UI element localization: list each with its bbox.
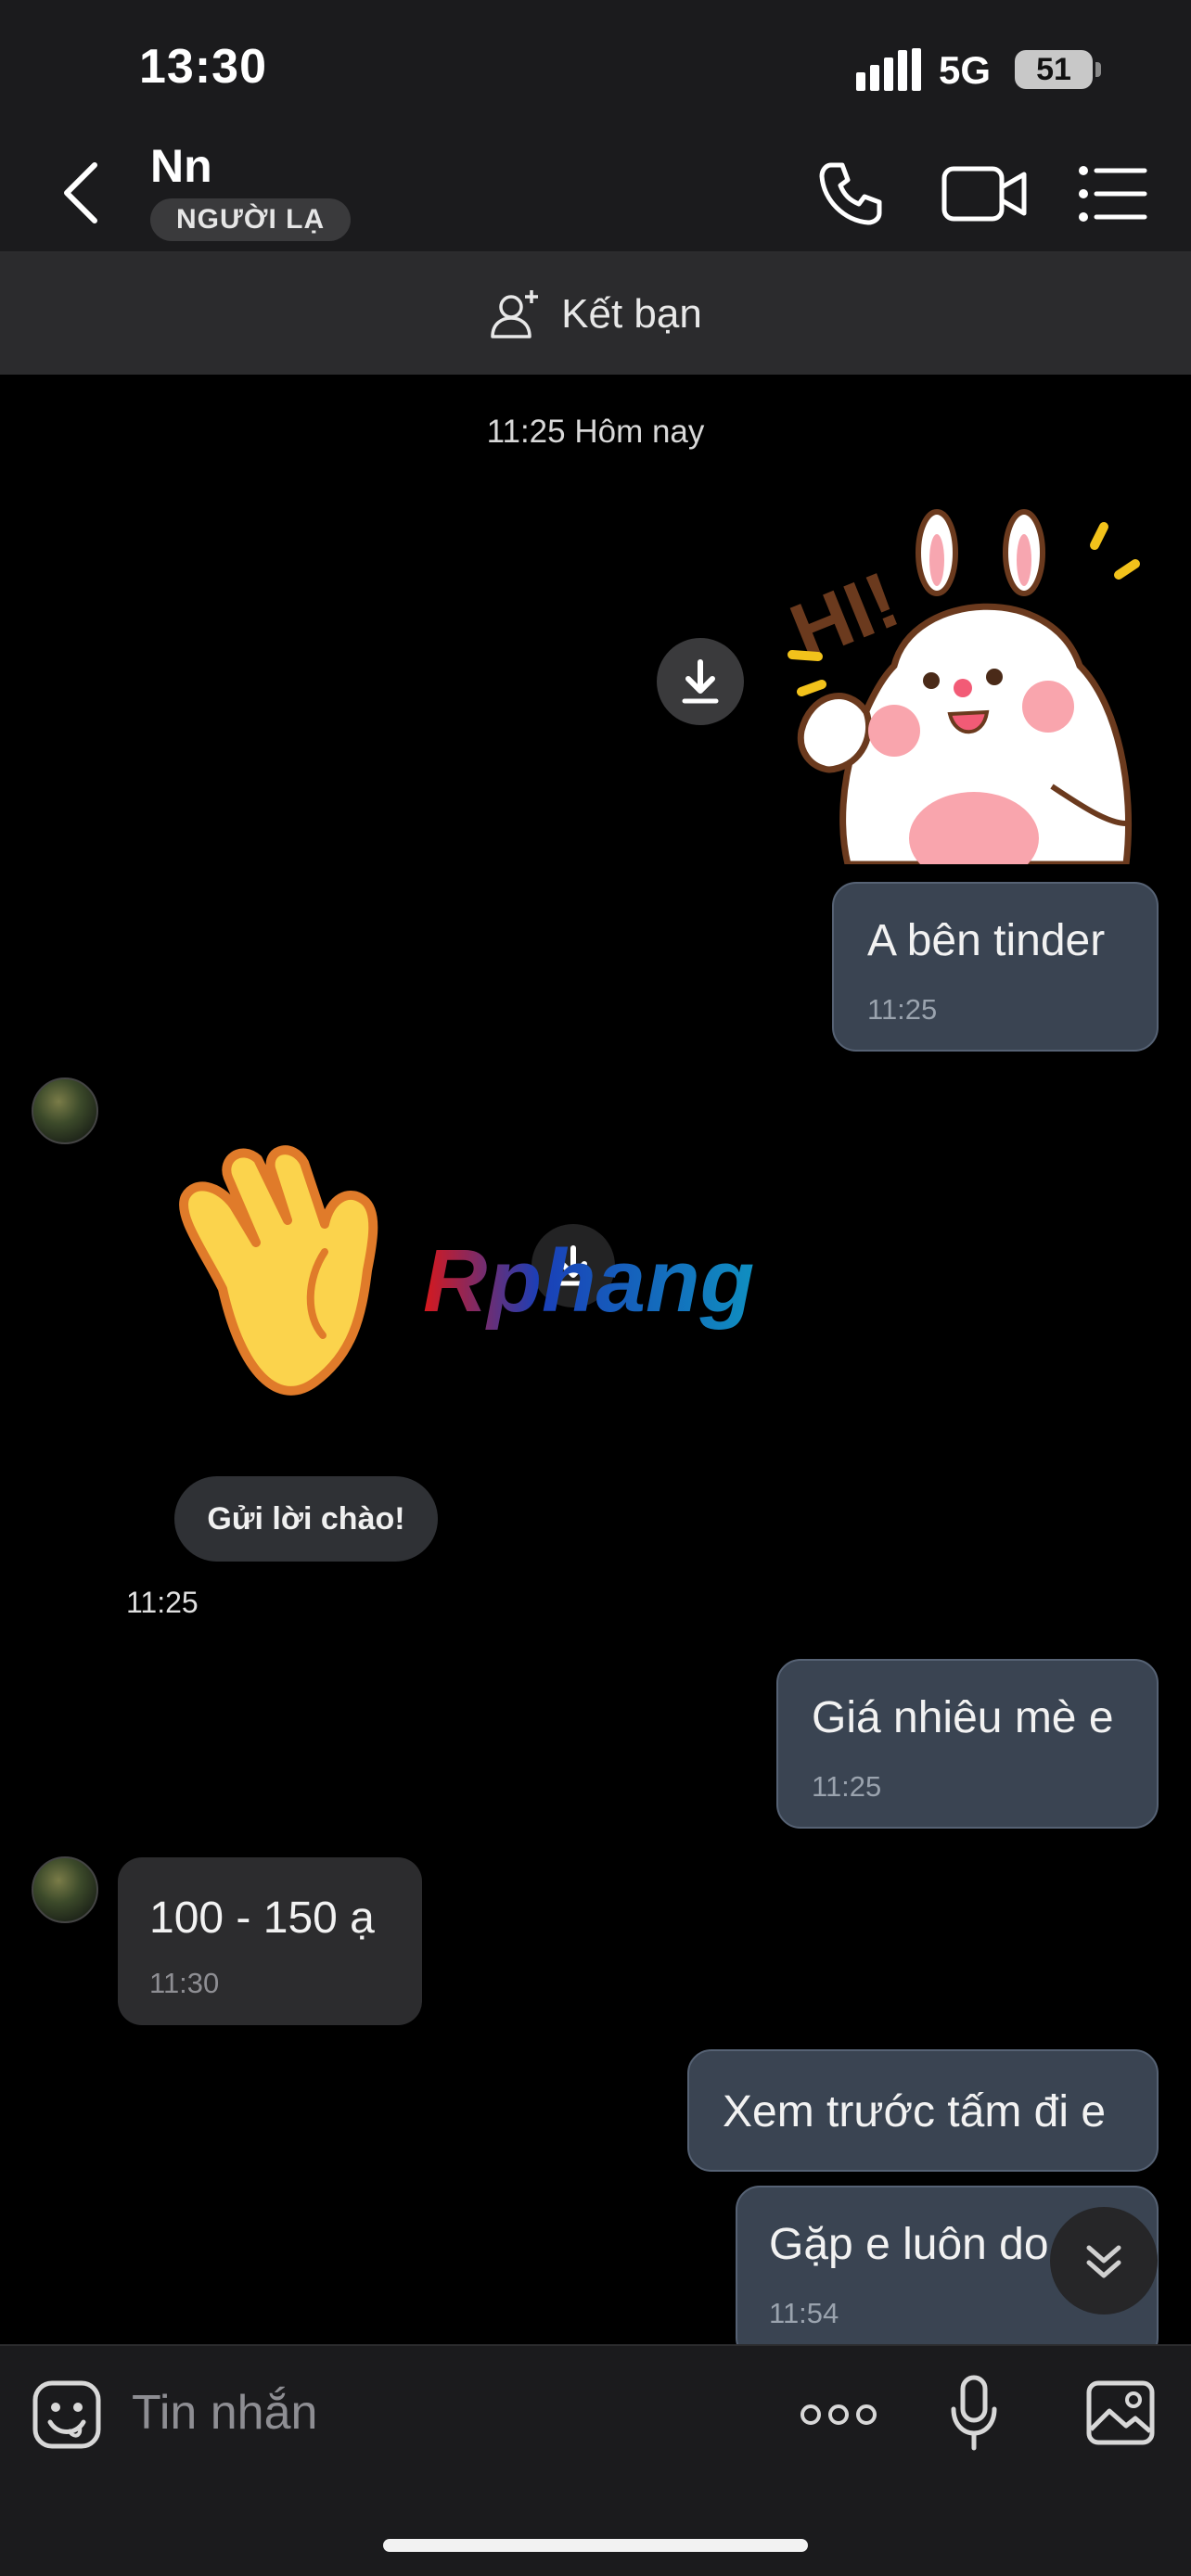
scroll-to-bottom-button[interactable]	[1050, 2207, 1158, 2315]
message-bubble-outgoing[interactable]: Xem trước tấm đi e	[687, 2049, 1159, 2172]
message-text: Gặp e luôn do	[769, 2220, 1049, 2269]
video-camera-icon[interactable]	[939, 156, 1031, 232]
message-bubble-outgoing[interactable]: A bên tinder 11:25	[832, 882, 1159, 1052]
bunny-hi-sticker[interactable]: HI!	[774, 508, 1163, 864]
message-bubble-outgoing[interactable]: Giá nhiêu mè e 11:25	[776, 1659, 1159, 1829]
image-icon[interactable]	[1085, 2379, 1156, 2446]
message-text: A bên tinder	[867, 916, 1106, 965]
add-friend-icon	[491, 289, 539, 338]
watermark-text: Rphang	[423, 1233, 754, 1331]
double-chevron-down-icon	[1086, 2245, 1121, 2278]
message-time: 11:30	[149, 1967, 220, 1999]
date-separator: 11:25 Hôm nay	[486, 414, 705, 450]
message-text: Giá nhiêu mè e	[812, 1693, 1114, 1742]
battery-level: 51	[1036, 52, 1071, 87]
home-indicator	[383, 2539, 808, 2552]
microphone-icon[interactable]	[950, 2374, 998, 2452]
add-friend-button[interactable]: Kết bạn	[0, 253, 1191, 375]
battery-tip	[1095, 62, 1101, 77]
message-time: 11:25	[867, 993, 938, 1026]
status-time: 13:30	[139, 40, 267, 94]
download-button[interactable]	[657, 638, 744, 725]
signal-icon	[856, 48, 921, 91]
more-dots-icon[interactable]	[800, 2396, 877, 2433]
message-time: 11:25	[812, 1770, 882, 1803]
phone-icon[interactable]	[813, 156, 889, 232]
message-input[interactable]: Tin nhắn	[132, 2385, 317, 2441]
avatar[interactable]	[32, 1078, 98, 1144]
avatar[interactable]	[32, 1856, 98, 1923]
message-time: 11:25	[126, 1586, 198, 1619]
stranger-badge: NGƯỜI LẠ	[150, 198, 352, 241]
message-text: Xem trước tấm đi e	[723, 2087, 1107, 2136]
emoji-icon[interactable]	[32, 2379, 102, 2450]
message-time: 11:54	[769, 2297, 839, 2329]
back-chevron-icon[interactable]	[48, 158, 113, 228]
watermark-logo: Rphang	[423, 1233, 754, 1331]
menu-list-icon[interactable]	[1074, 156, 1150, 232]
contact-name[interactable]: Nn	[150, 139, 212, 193]
add-friend-label: Kết bạn	[561, 290, 702, 337]
download-icon	[682, 659, 719, 704]
message-bubble-incoming[interactable]: 100 - 150 ạ 11:30	[118, 1857, 422, 2025]
waving-hand-sticker[interactable]	[167, 1131, 445, 1409]
network-type: 5G	[939, 48, 992, 92]
quick-reply-chip[interactable]: Gửi lời chào!	[174, 1476, 438, 1562]
message-text: 100 - 150 ạ	[149, 1894, 375, 1943]
